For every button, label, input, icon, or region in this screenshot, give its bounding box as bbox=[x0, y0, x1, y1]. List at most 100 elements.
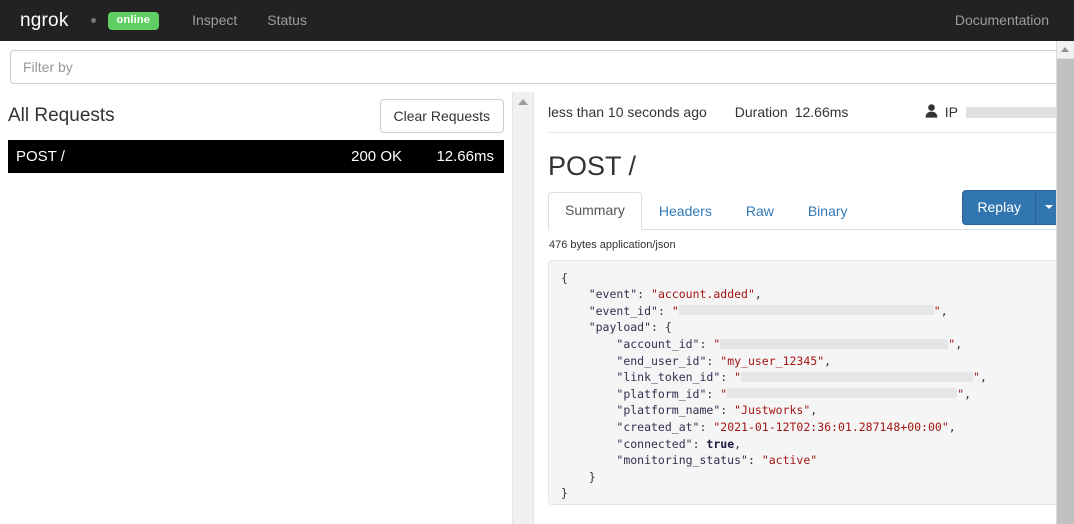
json-str: " bbox=[720, 386, 728, 401]
json-bool: true bbox=[706, 436, 735, 451]
json-punct: , bbox=[964, 386, 972, 401]
body-size-and-type: 476 bytes application/json bbox=[549, 238, 676, 251]
json-str: "2021-01-12T02:36:01.287148+00:00" bbox=[713, 420, 949, 435]
detail-tabs: Summary Headers Raw Binary Replay bbox=[548, 189, 1062, 230]
online-status-badge: online bbox=[107, 11, 160, 30]
request-row-duration: 12.66ms bbox=[436, 148, 494, 165]
request-meta-row: less than 10 seconds ago Duration 12.66m… bbox=[548, 92, 1062, 133]
ip-label: IP bbox=[944, 104, 958, 120]
tab-summary[interactable]: Summary bbox=[548, 192, 642, 230]
json-str: "account.added" bbox=[651, 287, 755, 302]
navbar-links: Inspect Status bbox=[177, 0, 322, 41]
requests-panel: All Requests Clear Requests POST / 200 OK… bbox=[0, 92, 512, 524]
nav-link-documentation[interactable]: Documentation bbox=[940, 12, 1064, 28]
redacted-value bbox=[741, 371, 974, 382]
json-line: "platform_id": " ", bbox=[561, 386, 1049, 403]
json-key: "end_user_id" bbox=[616, 353, 707, 368]
json-punct: , bbox=[940, 303, 948, 318]
json-punct: : bbox=[747, 453, 762, 468]
json-line: "platform_name": "Justworks", bbox=[561, 402, 1049, 419]
request-title: POST / bbox=[548, 151, 637, 181]
json-punct: : bbox=[706, 353, 721, 368]
brand-logo[interactable]: ngrok bbox=[0, 0, 87, 41]
triangle-up-icon bbox=[1061, 47, 1069, 52]
json-line: "payload": { bbox=[561, 319, 1049, 336]
json-body-viewer: { "event": "account.added", "event_id" : … bbox=[548, 259, 1062, 505]
request-list-scrollbar[interactable] bbox=[512, 92, 534, 524]
json-punct: : bbox=[692, 436, 707, 451]
json-punct: } bbox=[588, 469, 596, 484]
filter-bar bbox=[0, 41, 1074, 92]
json-str: " bbox=[713, 337, 721, 352]
page-scroll-thumb[interactable] bbox=[1057, 59, 1074, 524]
json-line: } bbox=[561, 485, 1049, 502]
json-punct: : bbox=[657, 303, 672, 318]
request-list: POST / 200 OK 12.66ms bbox=[0, 140, 512, 173]
nav-link-inspect[interactable]: Inspect bbox=[177, 0, 252, 41]
clear-requests-button[interactable]: Clear Requests bbox=[379, 98, 504, 134]
request-detail-panel: less than 10 seconds ago Duration 12.66m… bbox=[534, 92, 1074, 524]
json-str: " bbox=[933, 303, 941, 318]
json-key: "payload" bbox=[588, 320, 652, 335]
replay-button[interactable]: Replay bbox=[962, 189, 1036, 225]
ip-value-redacted bbox=[966, 106, 1062, 118]
json-str: "my_user_12345" bbox=[720, 353, 825, 368]
json-line: "link_token_id": " ", bbox=[561, 369, 1049, 386]
json-line: } bbox=[561, 469, 1049, 486]
chevron-down-icon bbox=[1044, 205, 1053, 210]
json-punct: : bbox=[699, 337, 714, 352]
json-punct: , bbox=[810, 403, 818, 418]
tab-raw[interactable]: Raw bbox=[729, 193, 791, 230]
request-timestamp: less than 10 seconds ago bbox=[548, 104, 707, 120]
json-line: "created_at": "2021-01-12T02:36:01.28714… bbox=[561, 419, 1049, 436]
json-punct: , bbox=[955, 337, 963, 352]
json-punct: : bbox=[720, 370, 735, 385]
json-str: "Justworks" bbox=[734, 403, 811, 418]
page-scrollbar[interactable] bbox=[1056, 41, 1074, 524]
json-punct: , bbox=[734, 436, 742, 451]
redacted-value bbox=[678, 305, 934, 316]
page-scroll-up-button[interactable] bbox=[1057, 41, 1074, 59]
json-str: " bbox=[973, 370, 980, 385]
requests-panel-header: All Requests Clear Requests bbox=[0, 92, 512, 140]
json-key: "created_at" bbox=[616, 420, 700, 435]
request-row[interactable]: POST / 200 OK 12.66ms bbox=[8, 140, 504, 173]
json-punct: : bbox=[720, 403, 735, 418]
redacted-value bbox=[727, 388, 958, 399]
json-key: "monitoring_status" bbox=[616, 453, 748, 468]
json-str: " bbox=[671, 303, 679, 318]
request-row-method-path: POST / bbox=[16, 148, 65, 165]
duration-value: 12.66ms bbox=[794, 104, 849, 120]
json-punct: : bbox=[637, 287, 652, 302]
json-key: "event" bbox=[588, 287, 638, 302]
json-punct: , bbox=[948, 420, 956, 435]
replay-button-group: Replay bbox=[962, 189, 1062, 225]
json-punct: : bbox=[706, 386, 721, 401]
duration-label: Duration bbox=[734, 104, 788, 120]
json-punct: , bbox=[754, 287, 762, 302]
client-ip: IP bbox=[925, 104, 1062, 120]
json-punct: : { bbox=[651, 320, 672, 335]
json-punct: { bbox=[561, 270, 568, 285]
json-line: { bbox=[561, 270, 1049, 287]
navbar-right: Documentation bbox=[940, 0, 1064, 41]
json-punct: , bbox=[979, 370, 987, 385]
json-key: "account_id" bbox=[616, 337, 700, 352]
json-line: "account_id": " ", bbox=[561, 336, 1049, 353]
status-dot-icon bbox=[90, 18, 96, 23]
json-key: "platform_id" bbox=[616, 386, 707, 401]
nav-link-status[interactable]: Status bbox=[252, 0, 322, 41]
json-str: " bbox=[734, 370, 742, 385]
filter-input[interactable] bbox=[10, 50, 1064, 84]
json-line: "event": "account.added", bbox=[561, 286, 1049, 303]
json-line: "monitoring_status": "active" bbox=[561, 452, 1049, 469]
json-key: "platform_name" bbox=[616, 403, 721, 418]
tab-binary[interactable]: Binary bbox=[791, 193, 865, 230]
top-navbar: ngrok online Inspect Status Documentatio… bbox=[0, 0, 1074, 41]
triangle-up-icon[interactable] bbox=[518, 99, 528, 105]
tab-headers[interactable]: Headers bbox=[642, 193, 729, 230]
json-line: "connected": true, bbox=[561, 436, 1049, 453]
json-line: "end_user_id": "my_user_12345", bbox=[561, 353, 1049, 370]
main-content: All Requests Clear Requests POST / 200 OK… bbox=[0, 92, 1074, 524]
json-key: "event_id" bbox=[588, 303, 658, 318]
